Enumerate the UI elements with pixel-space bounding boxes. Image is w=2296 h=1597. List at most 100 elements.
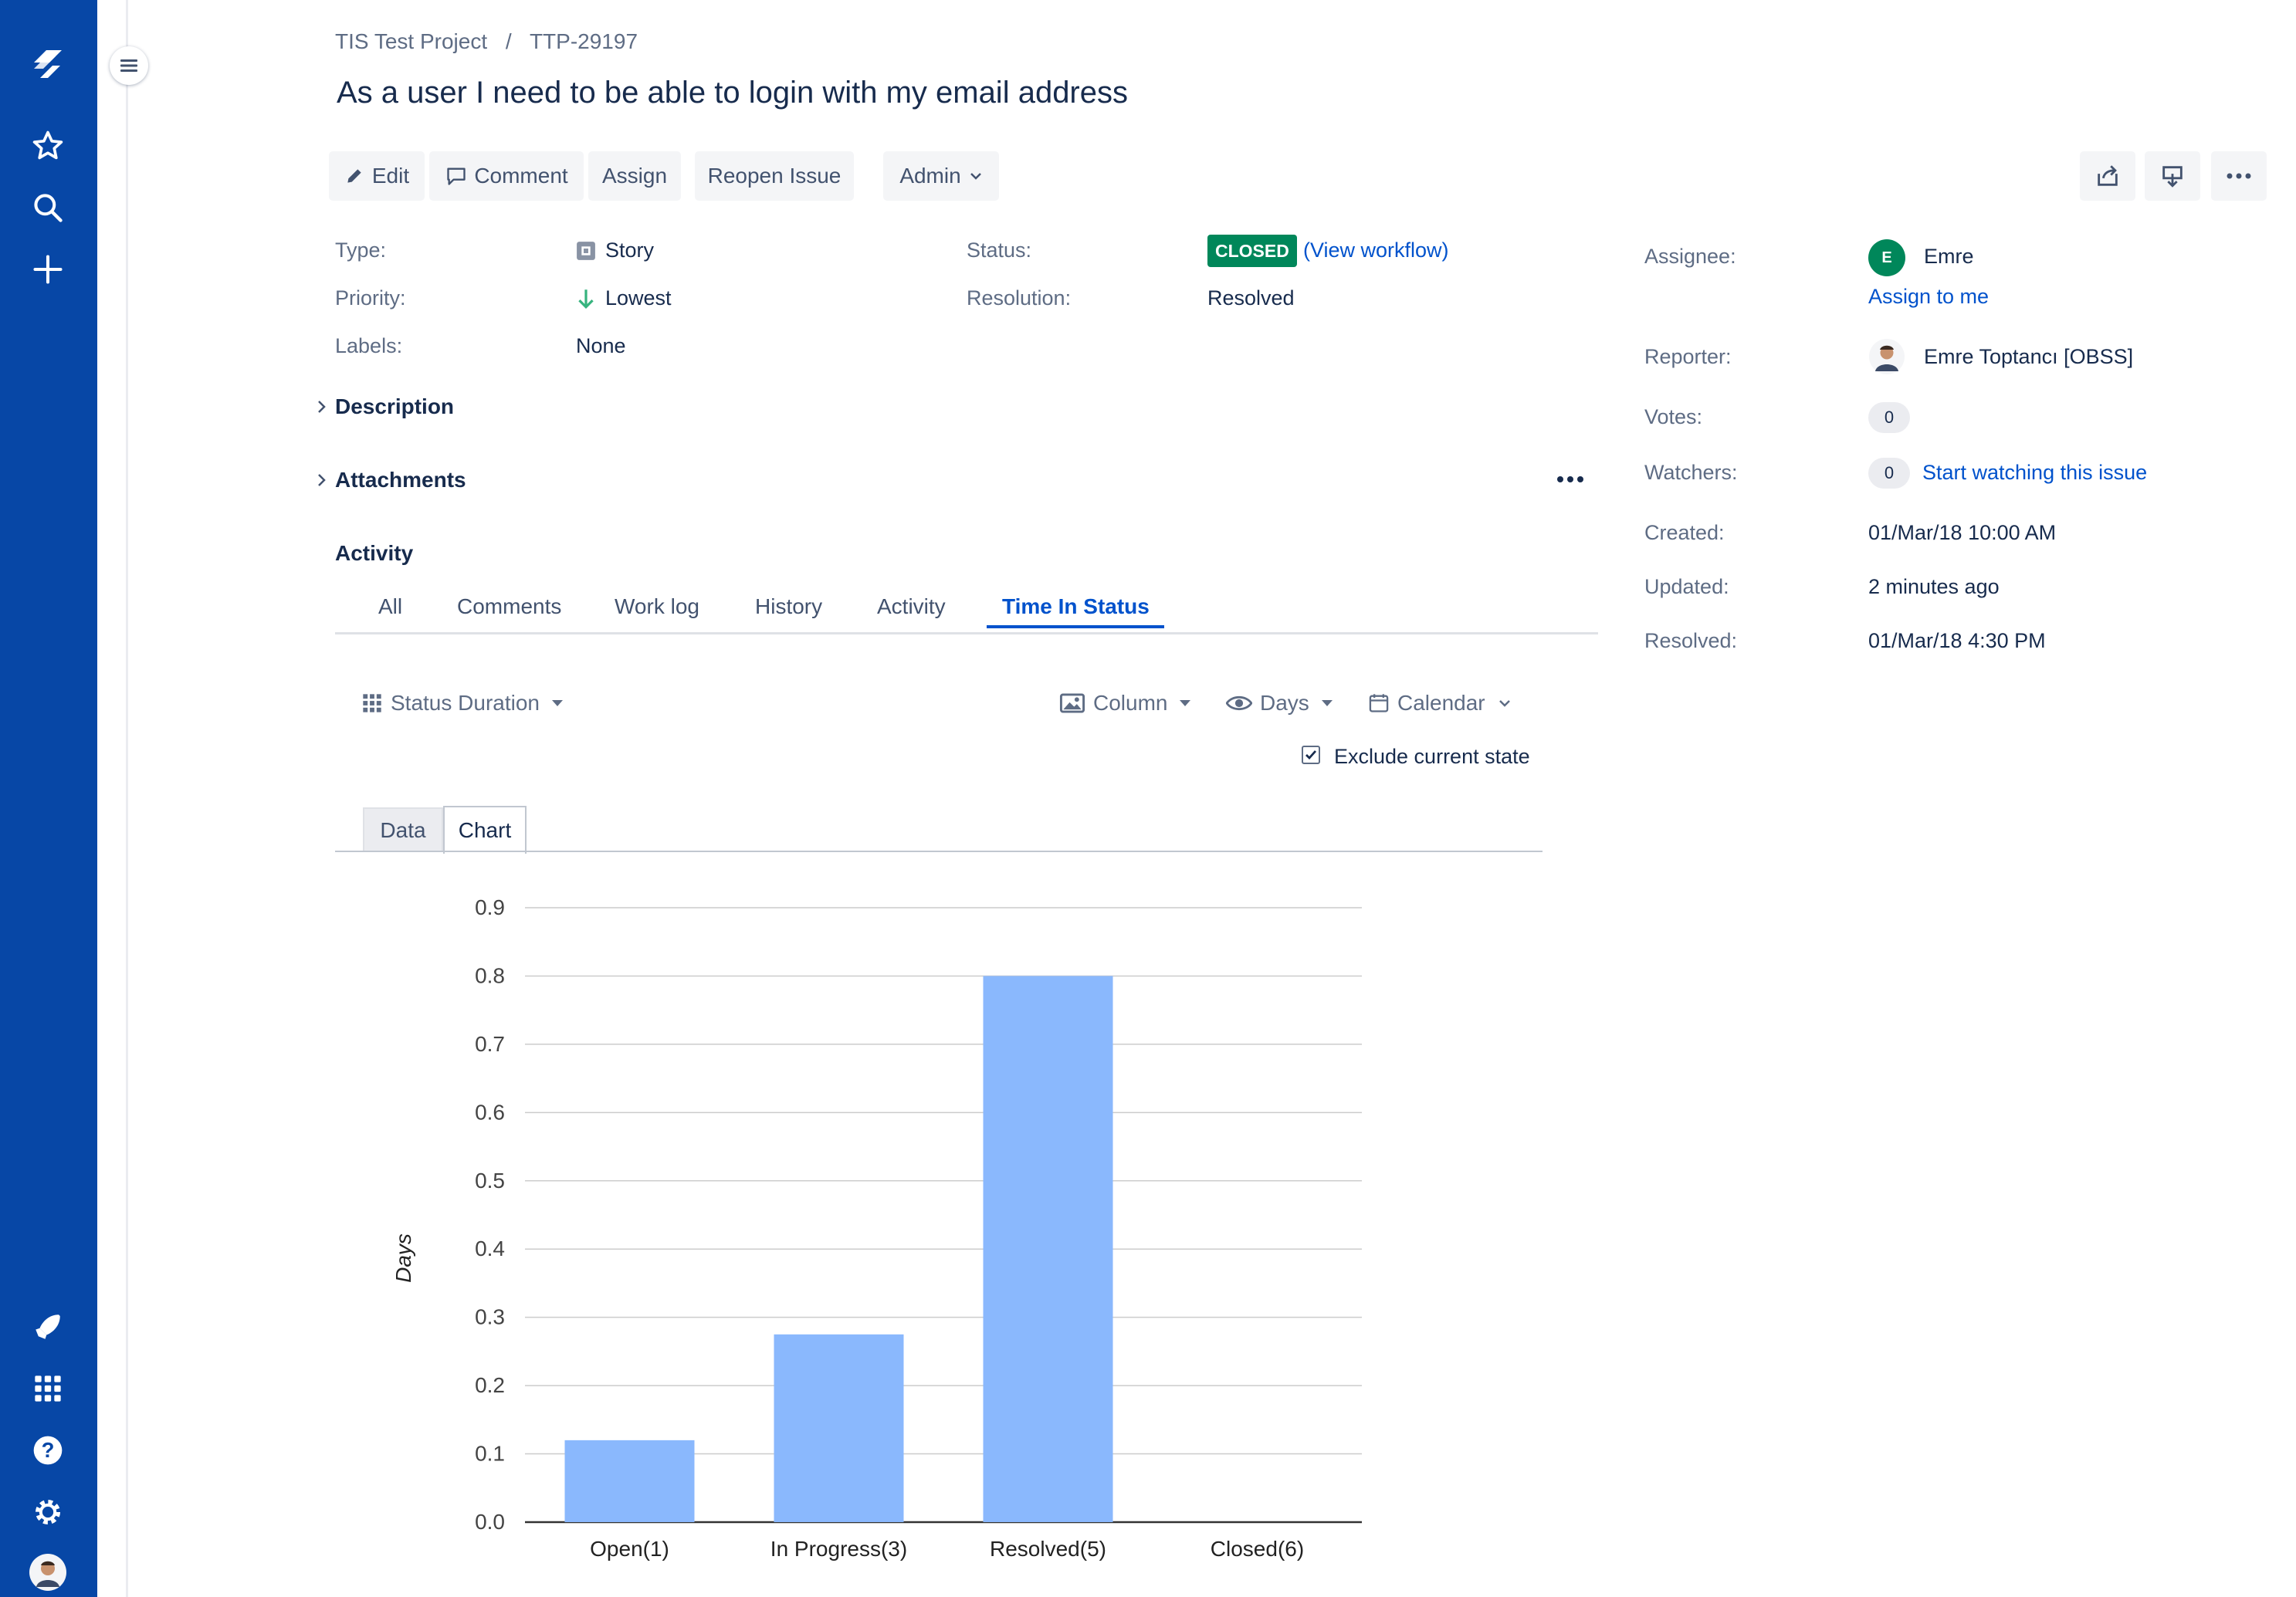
y-tick-label: 0.8 — [475, 963, 505, 987]
bar — [774, 1334, 904, 1522]
attachments-toggle[interactable]: Attachments — [317, 468, 466, 492]
breadcrumb-separator: / — [505, 29, 512, 53]
calendar-icon — [1369, 694, 1389, 712]
rocket-icon[interactable] — [25, 1304, 70, 1349]
admin-label: Admin — [899, 164, 961, 188]
bar — [983, 976, 1113, 1522]
x-tick-label: Closed(6) — [1211, 1537, 1304, 1561]
y-tick-label: 0.7 — [475, 1032, 505, 1056]
chevron-down-icon — [1498, 700, 1510, 707]
data-view-tab[interactable]: Data — [363, 807, 443, 852]
type-value: Story — [576, 239, 654, 262]
status-duration-dropdown[interactable]: Status Duration — [361, 691, 563, 716]
status-duration-chart: 0.0 0.1 0.2 0.3 0.4 0.5 0.6 0.7 0.8 0.9 Open(1) In… — [391, 895, 1362, 1561]
breadcrumb-project[interactable]: TIS Test Project — [335, 29, 487, 53]
star-icon[interactable] — [25, 123, 70, 168]
y-axis-label: Days — [391, 1233, 415, 1283]
watchers-count[interactable]: 0 — [1868, 458, 1910, 489]
type-value-text: Story — [605, 239, 655, 262]
calendar-dropdown[interactable]: Calendar — [1368, 691, 1512, 716]
tab-time-in-status[interactable]: Time In Status — [1002, 594, 1150, 619]
export-icon — [2162, 166, 2183, 188]
view-workflow-link[interactable]: (View workflow) — [1303, 239, 1449, 262]
assignee-label: Assignee: — [1644, 245, 1736, 268]
reporter-name[interactable]: Emre Toptancı [OBSS] — [1924, 345, 2133, 369]
tab-activity[interactable]: Activity — [877, 594, 946, 619]
tab-all[interactable]: All — [378, 594, 402, 619]
y-tick-label: 0.9 — [475, 895, 505, 919]
x-tick-label: In Progress(3) — [770, 1537, 907, 1561]
tab-work-log[interactable]: Work log — [615, 594, 699, 619]
caret-down-icon — [552, 700, 563, 706]
share-icon — [2098, 165, 2118, 186]
grid-icon — [363, 694, 381, 712]
assign-label: Assign — [601, 164, 668, 188]
votes-count[interactable]: 0 — [1868, 402, 1910, 433]
breadcrumb-issue-key[interactable]: TTP-29197 — [530, 29, 638, 53]
exclude-current-state-label[interactable]: Exclude current state — [1334, 745, 1530, 769]
tab-history[interactable]: History — [755, 594, 822, 619]
resolved-value: 01/Mar/18 4:30 PM — [1868, 629, 2046, 652]
plus-icon[interactable] — [25, 247, 70, 292]
pencil-icon — [347, 169, 361, 183]
resolution-label: Resolution: — [967, 286, 1072, 310]
jira-logo-icon[interactable] — [25, 42, 70, 86]
y-tick-label: 0.5 — [475, 1169, 505, 1193]
help-icon[interactable]: ? — [25, 1428, 70, 1473]
labels-label: Labels: — [335, 334, 403, 357]
export-button[interactable] — [2145, 151, 2200, 201]
more-actions-button[interactable] — [2211, 151, 2267, 201]
start-watching-link[interactable]: Start watching this issue — [1922, 461, 2147, 485]
breadcrumb: TIS Test Project / TTP-29197 — [335, 29, 638, 54]
description-heading: Description — [335, 394, 455, 418]
description-toggle[interactable]: Description — [317, 394, 454, 419]
comment-icon — [447, 167, 466, 185]
app-grid-icon[interactable] — [25, 1366, 70, 1411]
admin-dropdown[interactable]: Admin — [883, 151, 999, 201]
updated-value: 2 minutes ago — [1868, 575, 2000, 598]
assignee-name[interactable]: Emre — [1924, 245, 1974, 269]
sidebar-divider — [97, 0, 128, 1597]
eye-icon — [1226, 695, 1252, 711]
view-tabs-divider — [335, 851, 1543, 852]
avatar[interactable] — [25, 1550, 70, 1595]
y-tick-label: 0.1 — [475, 1442, 505, 1466]
comment-label: Comment — [474, 164, 568, 188]
status-label: Status: — [967, 239, 1032, 262]
caret-down-icon — [1180, 700, 1191, 706]
edit-button[interactable]: Edit — [329, 151, 425, 201]
assign-button[interactable]: Assign — [588, 151, 681, 201]
assign-to-me-link[interactable]: Assign to me — [1868, 285, 1989, 309]
exclude-current-state-checkbox[interactable] — [1302, 746, 1320, 764]
days-label: Days — [1260, 691, 1309, 715]
attachments-heading: Attachments — [335, 468, 466, 492]
chart-view-tab[interactable]: Chart — [443, 806, 527, 854]
collapse-sidebar-button[interactable] — [110, 46, 148, 85]
column-dropdown[interactable]: Column — [1059, 691, 1191, 716]
share-button[interactable] — [2080, 151, 2135, 201]
search-icon[interactable] — [25, 185, 70, 230]
edit-label: Edit — [371, 164, 410, 188]
more-icon — [1557, 476, 1583, 482]
updated-label: Updated: — [1644, 575, 1729, 598]
column-label: Column — [1093, 691, 1168, 715]
tab-comments[interactable]: Comments — [457, 594, 561, 619]
labels-value: None — [576, 334, 626, 357]
x-tick-label: Resolved(5) — [990, 1537, 1106, 1561]
chevron-right-icon — [318, 401, 326, 413]
reopen-issue-button[interactable]: Reopen Issue — [695, 151, 854, 201]
reopen-label: Reopen Issue — [707, 164, 842, 188]
gear-icon[interactable] — [25, 1490, 70, 1534]
y-tick-label: 0.4 — [475, 1237, 505, 1260]
attachments-more-button[interactable] — [1556, 468, 1587, 491]
chevron-right-icon — [318, 474, 326, 486]
y-tick-label: 0.2 — [475, 1373, 505, 1397]
days-dropdown[interactable]: Days — [1226, 691, 1333, 716]
global-sidebar: ? — [0, 0, 97, 1597]
more-icon — [2227, 173, 2251, 179]
y-tick-label: 0.0 — [475, 1510, 505, 1534]
active-tab-indicator — [987, 625, 1164, 628]
issue-title[interactable]: As a user I need to be able to login wit… — [337, 76, 1128, 110]
y-tick-label: 0.6 — [475, 1100, 505, 1124]
comment-button[interactable]: Comment — [429, 151, 584, 201]
